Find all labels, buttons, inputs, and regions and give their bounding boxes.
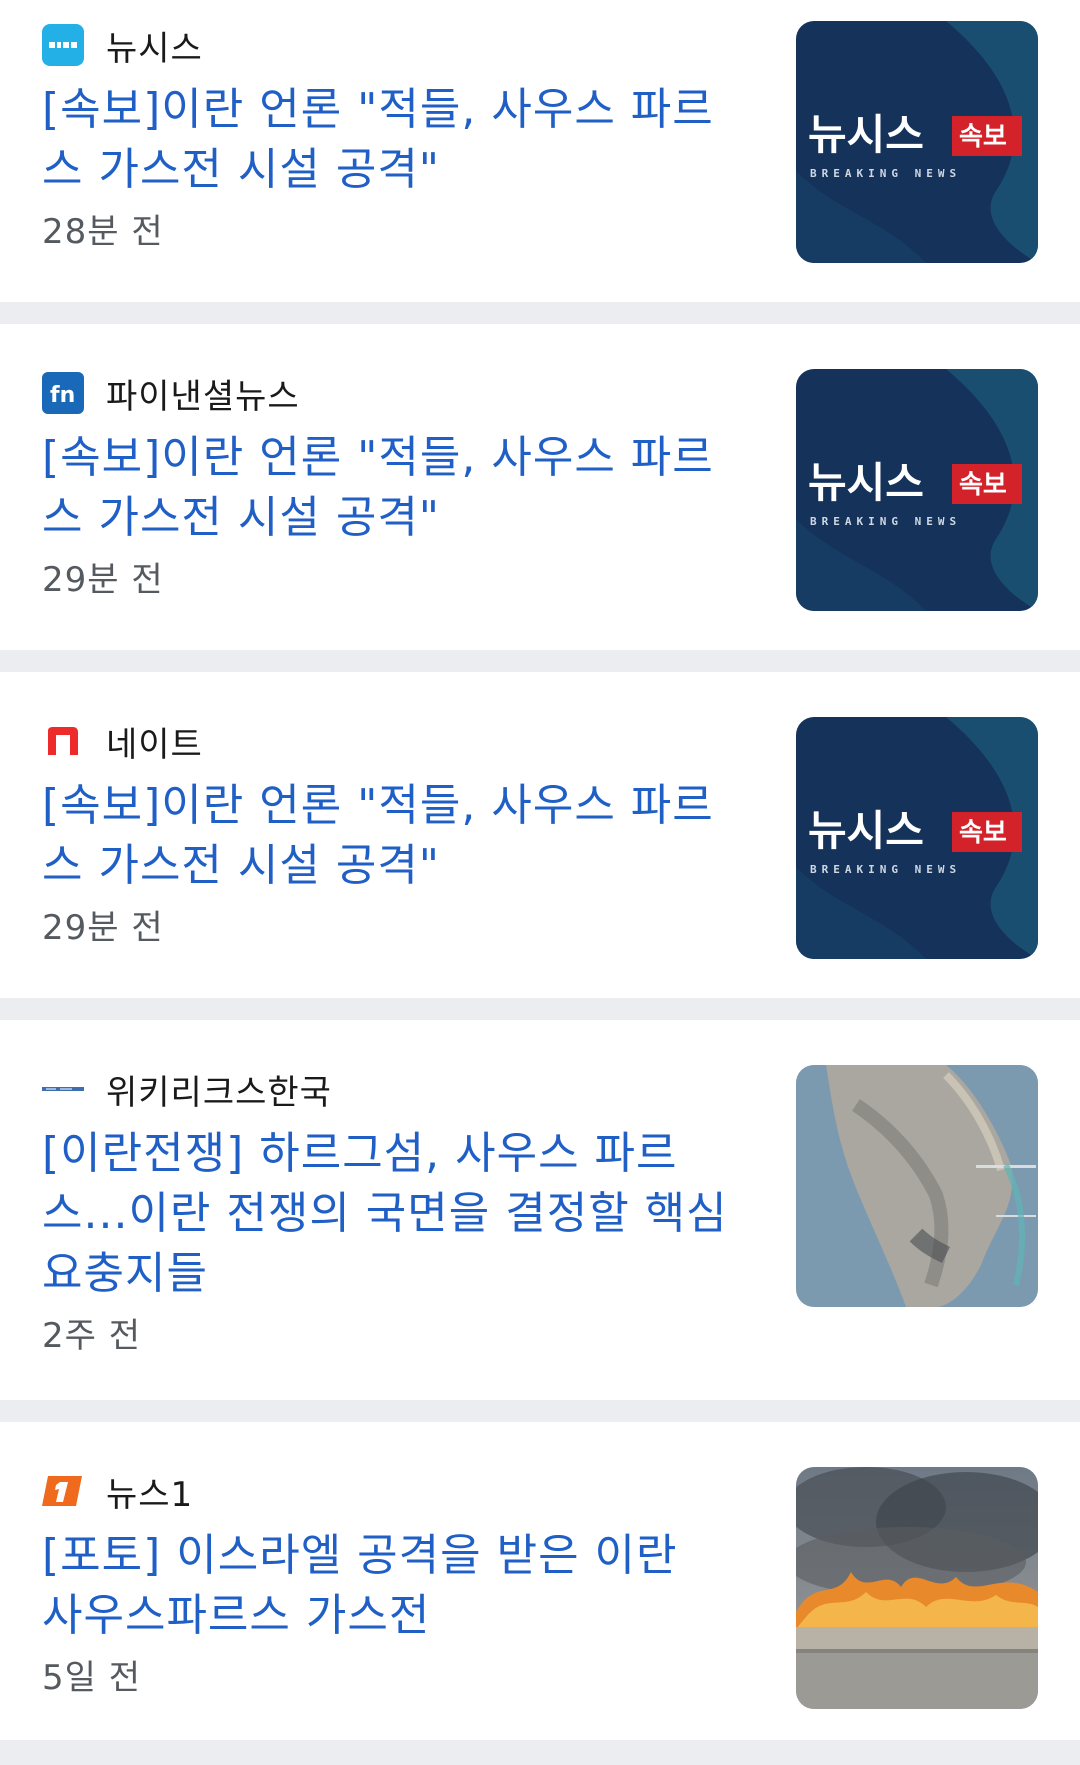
headline-link[interactable]: [속보]이란 언론 "적들, 사우스 파르스 가스전 시설 공격": [42, 80, 732, 200]
gas-field-fire-thumbnail[interactable]: [796, 1467, 1038, 1709]
source-name: 뉴스1: [106, 1474, 194, 1515]
source-name: 위키리크스한국: [106, 1072, 332, 1113]
thumb-subtitle: BREAKING NEWS: [810, 863, 961, 876]
breaking-news-thumbnail[interactable]: 뉴시스 속보 BREAKING NEWS: [796, 369, 1038, 611]
newsis-logo-icon: [42, 24, 84, 66]
svg-text:fn: fn: [50, 383, 75, 408]
satellite-island-thumbnail[interactable]: [796, 1065, 1038, 1307]
thumb-badge: 속보: [959, 470, 1007, 500]
headline-link[interactable]: [포토] 이스라엘 공격을 받은 이란 사우스파르스 가스전: [42, 1526, 732, 1646]
timestamp: 2주 전: [42, 1316, 141, 1356]
nate-logo-icon: [42, 720, 84, 762]
news1-logo-icon: [42, 1470, 84, 1512]
wikileaks-korea-logo-icon: [42, 1068, 84, 1110]
breaking-news-thumbnail[interactable]: 뉴시스 속보 BREAKING NEWS: [796, 717, 1038, 959]
news-card[interactable]: 뉴시스 [속보]이란 언론 "적들, 사우스 파르스 가스전 시설 공격" 28…: [0, 0, 1080, 302]
thumb-badge: 속보: [959, 122, 1007, 152]
headline-link[interactable]: [속보]이란 언론 "적들, 사우스 파르스 가스전 시설 공격": [42, 776, 732, 896]
thumb-badge: 속보: [959, 818, 1007, 848]
news-card[interactable]: 뉴스1 [포토] 이스라엘 공격을 받은 이란 사우스파르스 가스전 5일 전: [0, 1422, 1080, 1740]
fn-logo-icon: fn: [42, 372, 84, 414]
source-name: 네이트: [106, 724, 203, 765]
headline-link[interactable]: [속보]이란 언론 "적들, 사우스 파르스 가스전 시설 공격": [42, 428, 732, 548]
news-card[interactable]: 위키리크스한국 [이란전쟁] 하르그섬, 사우스 파르스...이란 전쟁의 국면…: [0, 1020, 1080, 1400]
thumb-subtitle: BREAKING NEWS: [810, 515, 961, 528]
news-card[interactable]: 네이트 [속보]이란 언론 "적들, 사우스 파르스 가스전 시설 공격" 29…: [0, 672, 1080, 998]
thumb-brand: 뉴시스: [808, 110, 924, 159]
headline-link[interactable]: [이란전쟁] 하르그섬, 사우스 파르스...이란 전쟁의 국면을 결정할 핵심…: [42, 1124, 732, 1304]
breaking-news-thumbnail[interactable]: 뉴시스 속보 BREAKING NEWS: [796, 21, 1038, 263]
source-name: 파이낸셜뉴스: [106, 376, 300, 417]
thumb-subtitle: BREAKING NEWS: [810, 167, 961, 180]
thumb-brand: 뉴시스: [808, 458, 924, 507]
thumb-brand: 뉴시스: [808, 806, 924, 855]
news-feed: 뉴시스 [속보]이란 언론 "적들, 사우스 파르스 가스전 시설 공격" 28…: [0, 0, 1080, 1740]
news-card[interactable]: fn 파이낸셜뉴스 [속보]이란 언론 "적들, 사우스 파르스 가스전 시설 …: [0, 324, 1080, 650]
source-name: 뉴시스: [106, 28, 203, 69]
